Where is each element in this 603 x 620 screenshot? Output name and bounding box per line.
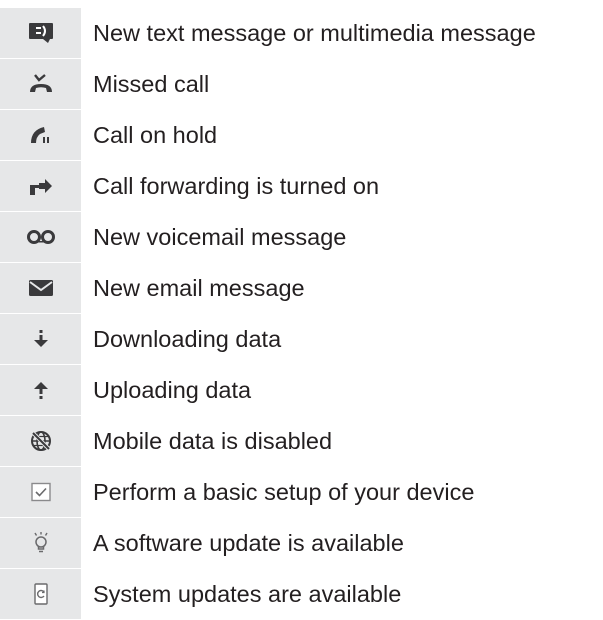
upload-icon bbox=[0, 365, 81, 416]
item-label: System updates are available bbox=[93, 581, 402, 607]
software-update-icon bbox=[0, 518, 81, 569]
item-label: Mobile data is disabled bbox=[93, 428, 333, 454]
system-update-icon bbox=[0, 569, 81, 620]
list-item: System updates are available bbox=[0, 569, 603, 620]
list-item: Downloading data bbox=[0, 314, 603, 365]
list-item: Call forwarding is turned on bbox=[0, 161, 603, 212]
item-label: Missed call bbox=[93, 71, 210, 97]
list-item: New email message bbox=[0, 263, 603, 314]
setup-checkbox-icon bbox=[0, 467, 81, 518]
list-item: Call on hold bbox=[0, 110, 603, 161]
list-item: New voicemail message bbox=[0, 212, 603, 263]
list-item: Perform a basic setup of your device bbox=[0, 467, 603, 518]
item-label: New voicemail message bbox=[93, 224, 347, 250]
item-label: Call on hold bbox=[93, 122, 218, 148]
list-item: Uploading data bbox=[0, 365, 603, 416]
download-icon bbox=[0, 314, 81, 365]
call-forwarding-icon bbox=[0, 161, 81, 212]
item-label: A software update is available bbox=[93, 530, 404, 556]
item-label: Uploading data bbox=[93, 377, 252, 403]
item-label: New text message or multimedia message bbox=[93, 20, 536, 46]
missed-call-icon bbox=[0, 59, 81, 110]
item-label: New email message bbox=[93, 275, 305, 301]
call-on-hold-icon bbox=[0, 110, 81, 161]
list-item: A software update is available bbox=[0, 518, 603, 569]
list-item: Missed call bbox=[0, 59, 603, 110]
text-message-icon bbox=[0, 8, 81, 59]
voicemail-icon bbox=[0, 212, 81, 263]
email-icon bbox=[0, 263, 81, 314]
status-icon-list: New text message or multimedia message M… bbox=[0, 8, 603, 620]
list-item: Mobile data is disabled bbox=[0, 416, 603, 467]
item-label: Downloading data bbox=[93, 326, 282, 352]
item-label: Perform a basic setup of your device bbox=[93, 479, 475, 505]
mobile-data-disabled-icon bbox=[0, 416, 81, 467]
item-label: Call forwarding is turned on bbox=[93, 173, 380, 199]
list-item: New text message or multimedia message bbox=[0, 8, 603, 59]
